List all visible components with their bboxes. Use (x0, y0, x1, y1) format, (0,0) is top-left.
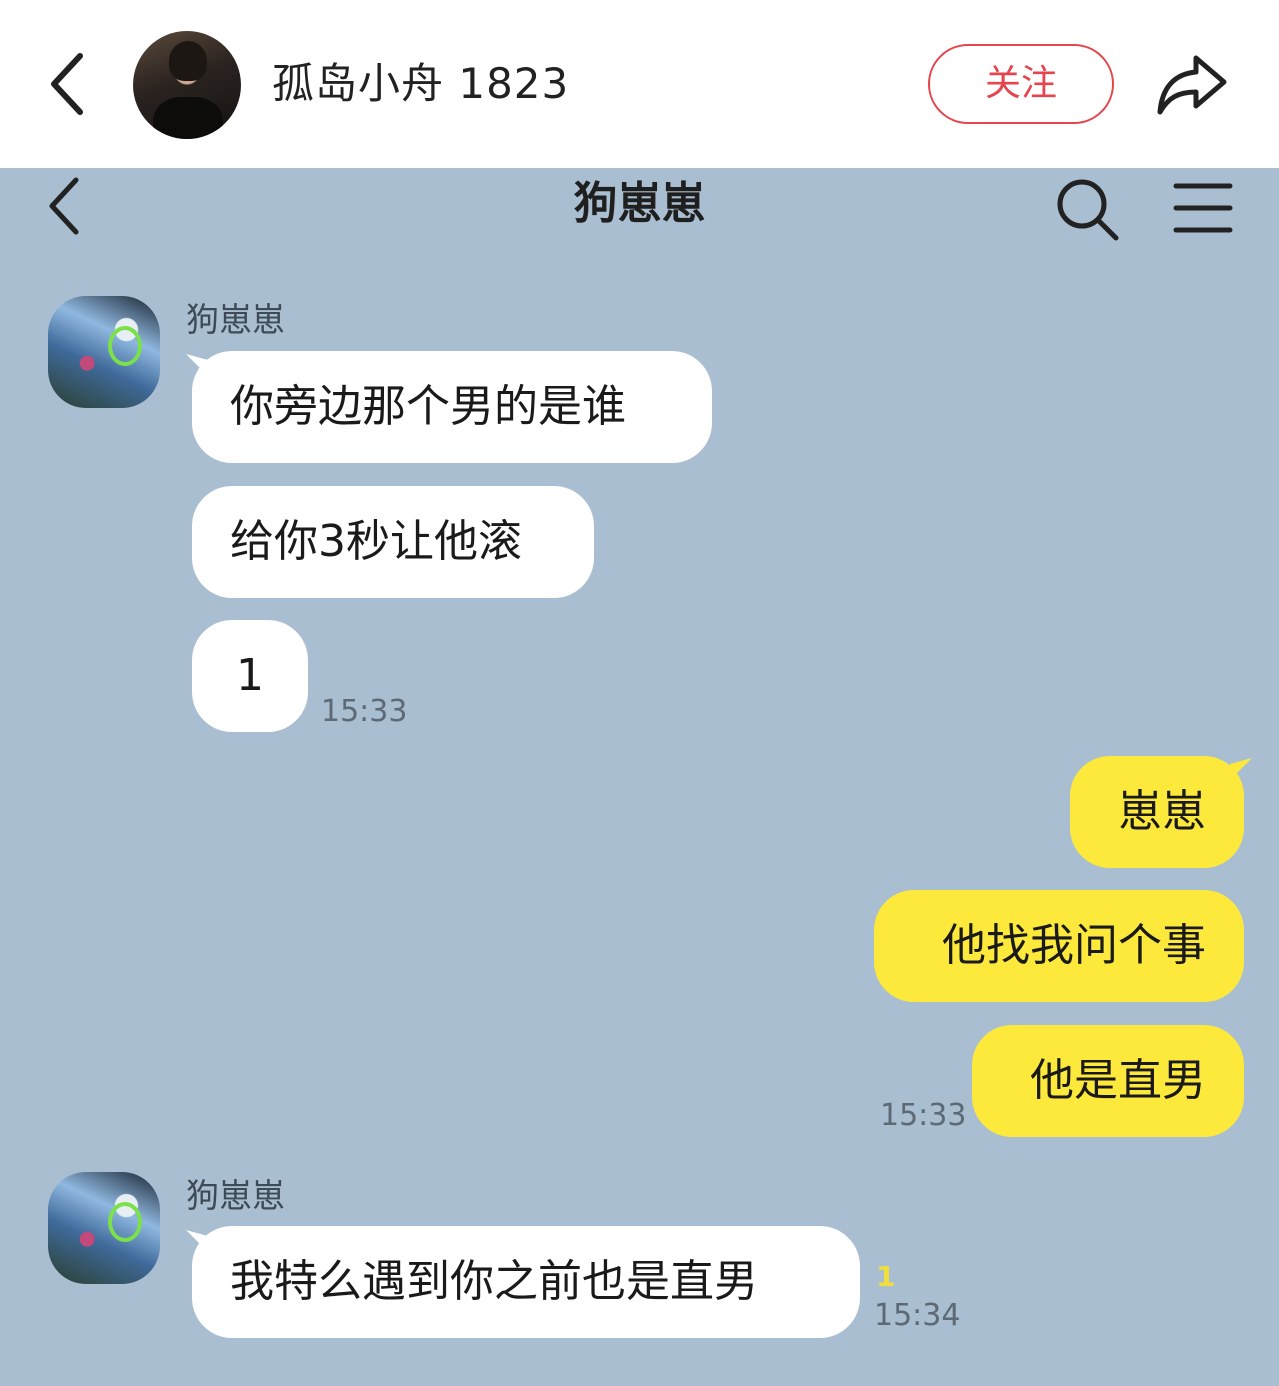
menu-icon[interactable] (1170, 176, 1236, 240)
message-bubble[interactable]: 我特么遇到你之前也是直男 (192, 1226, 860, 1338)
share-icon[interactable] (1152, 50, 1232, 120)
sender-name: 狗崽崽 (186, 1176, 285, 1215)
message-bubble[interactable]: 他找我问个事 (874, 890, 1244, 1002)
message-bubble[interactable]: 崽崽 (1070, 756, 1244, 868)
search-icon[interactable] (1052, 174, 1122, 244)
message-time: 15:34 (874, 1298, 961, 1333)
unread-count: 1 (876, 1260, 896, 1293)
follow-button[interactable]: 关注 (928, 44, 1114, 124)
message-bubble[interactable]: 给你3秒让他滚 (192, 486, 594, 598)
message-bubble[interactable]: 1 (192, 620, 308, 732)
sender-name: 狗崽崽 (186, 300, 285, 339)
avatar[interactable] (133, 31, 241, 139)
username[interactable]: 孤岛小舟 1823 (272, 56, 569, 112)
message-time: 15:33 (321, 694, 408, 729)
screen: 孤岛小舟 1823 关注 狗崽崽 狗崽崽 你旁边那个男的是谁 给你3秒让他滚 1… (0, 0, 1279, 1386)
chat-screenshot: 狗崽崽 狗崽崽 你旁边那个男的是谁 给你3秒让他滚 1 15:33 崽崽 他找我… (0, 168, 1279, 1386)
peer-avatar[interactable] (48, 296, 160, 408)
message-time: 15:33 (880, 1098, 967, 1133)
peer-avatar[interactable] (48, 1172, 160, 1284)
message-bubble[interactable]: 他是直男 (972, 1025, 1244, 1137)
post-header: 孤岛小舟 1823 关注 (0, 0, 1279, 168)
back-arrow-icon[interactable] (40, 44, 100, 124)
message-bubble[interactable]: 你旁边那个男的是谁 (192, 351, 712, 463)
